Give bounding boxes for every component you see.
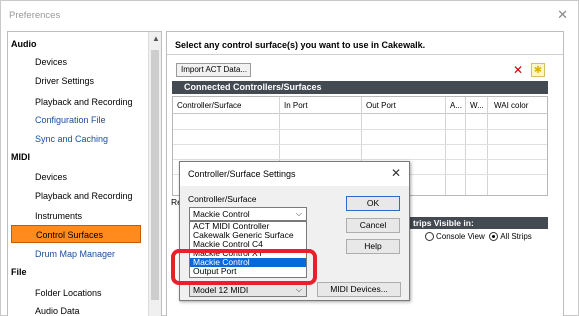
dropdown-option[interactable]: Cakewalk Generic Surface bbox=[190, 231, 306, 240]
column-out-port[interactable]: Out Port bbox=[366, 101, 396, 110]
controller-surface-value: Mackie Control bbox=[193, 209, 250, 219]
column-a[interactable]: A... bbox=[450, 101, 462, 110]
panel-heading: Select any control surface(s) you want t… bbox=[175, 40, 426, 50]
preferences-window: Preferences ✕ Audio Devices Driver Setti… bbox=[0, 0, 579, 316]
console-view-label: Console View bbox=[436, 232, 485, 241]
sidebar-item-instruments[interactable]: Instruments bbox=[8, 207, 148, 225]
scroll-up-icon[interactable]: ▲ bbox=[152, 34, 160, 43]
window-title: Preferences bbox=[9, 10, 61, 21]
midi-model-value: Model 12 MIDI bbox=[193, 285, 249, 295]
sidebar-category-audio[interactable]: Audio bbox=[11, 35, 151, 53]
sidebar-item-audio-data[interactable]: Audio Data bbox=[8, 302, 148, 316]
add-icon[interactable]: ✱ bbox=[531, 63, 545, 77]
scroll-thumb[interactable] bbox=[151, 50, 159, 300]
dialog-title: Controller/Surface Settings bbox=[188, 169, 296, 179]
help-button[interactable]: Help bbox=[346, 239, 400, 254]
sidebar-item-drum-map-manager[interactable]: Drum Map Manager bbox=[8, 245, 148, 263]
column-divider bbox=[465, 97, 466, 195]
sidebar-item-control-surfaces[interactable]: Control Surfaces bbox=[11, 225, 141, 243]
strips-visible-options: Console View All Strips bbox=[425, 232, 532, 241]
sidebar-category-file[interactable]: File bbox=[11, 263, 151, 281]
dropdown-option[interactable]: ACT MIDI Controller bbox=[190, 222, 306, 231]
sidebar-item-midi-playback-recording[interactable]: Playback and Recording bbox=[8, 187, 148, 205]
row-divider bbox=[173, 144, 547, 145]
divider bbox=[167, 54, 563, 55]
sidebar-item-configuration-file[interactable]: Configuration File bbox=[8, 111, 148, 129]
strips-visible-header: trips Visible in: bbox=[409, 217, 548, 229]
sidebar-item-folder-locations[interactable]: Folder Locations bbox=[8, 284, 148, 302]
table-header: Controller/Surface In Port Out Port A...… bbox=[173, 97, 547, 114]
preferences-sidebar: Audio Devices Driver Settings Playback a… bbox=[7, 31, 162, 316]
title-bar: Preferences ✕ bbox=[1, 1, 578, 29]
cancel-button[interactable]: Cancel bbox=[346, 218, 400, 233]
column-in-port[interactable]: In Port bbox=[284, 101, 308, 110]
delete-icon[interactable]: ✕ bbox=[511, 63, 525, 77]
sidebar-item-audio-devices[interactable]: Devices bbox=[8, 53, 148, 71]
dialog-title-bar: Controller/Surface Settings ✕ bbox=[180, 162, 409, 186]
row-divider bbox=[173, 159, 547, 160]
midi-devices-button[interactable]: MIDI Devices... bbox=[317, 282, 401, 297]
dropdown-option[interactable]: Mackie Control C4 bbox=[190, 240, 306, 249]
row-divider bbox=[173, 129, 547, 130]
chevron-down-icon[interactable]: ⌵ bbox=[296, 208, 302, 220]
column-wai-color[interactable]: WAI color bbox=[494, 101, 528, 110]
midi-model-select[interactable]: Model 12 MIDI ⌵ bbox=[189, 283, 307, 297]
controller-surface-select[interactable]: Mackie Control ⌵ bbox=[189, 207, 307, 221]
ok-button[interactable]: OK bbox=[346, 196, 400, 211]
console-view-radio[interactable] bbox=[425, 232, 434, 241]
all-strips-label: All Strips bbox=[500, 232, 532, 241]
sidebar-item-driver-settings[interactable]: Driver Settings bbox=[8, 72, 148, 90]
column-controller-surface[interactable]: Controller/Surface bbox=[177, 101, 241, 110]
annotation-highlight bbox=[171, 249, 317, 285]
sidebar-scrollbar[interactable]: ▲ bbox=[148, 32, 161, 316]
sidebar-item-midi-devices[interactable]: Devices bbox=[8, 168, 148, 186]
controller-surface-label: Controller/Surface bbox=[188, 194, 257, 204]
sidebar-item-audio-playback-recording[interactable]: Playback and Recording bbox=[8, 93, 148, 111]
column-divider bbox=[487, 97, 488, 195]
dialog-close-icon[interactable]: ✕ bbox=[391, 166, 401, 180]
sidebar-item-sync-caching[interactable]: Sync and Caching bbox=[8, 130, 148, 148]
sidebar-category-midi[interactable]: MIDI bbox=[11, 148, 151, 166]
connected-controllers-header: Connected Controllers/Surfaces bbox=[172, 81, 548, 94]
all-strips-radio[interactable] bbox=[489, 232, 499, 241]
column-divider bbox=[445, 97, 446, 195]
chevron-down-icon[interactable]: ⌵ bbox=[296, 284, 302, 296]
column-w[interactable]: W... bbox=[470, 101, 484, 110]
import-act-data-button[interactable]: Import ACT Data... bbox=[176, 63, 251, 77]
close-icon[interactable]: ✕ bbox=[557, 7, 568, 23]
